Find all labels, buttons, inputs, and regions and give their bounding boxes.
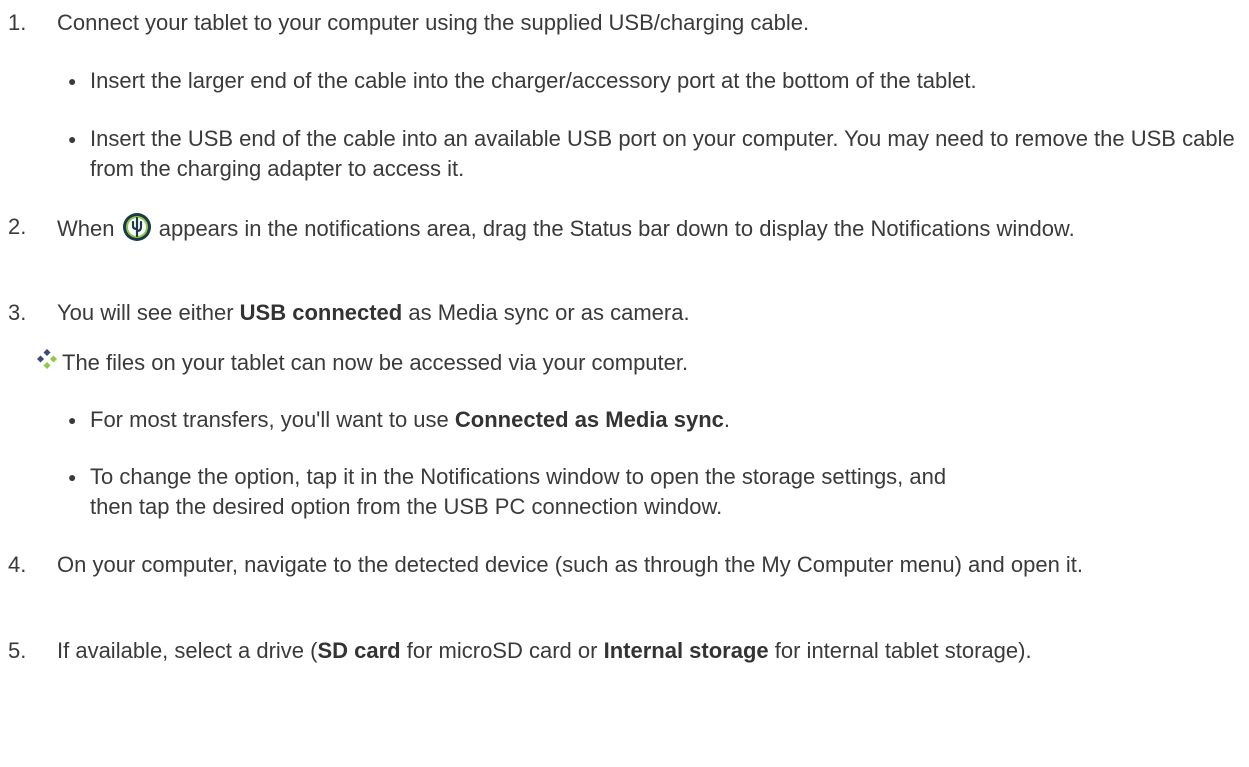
sd-card-label: SD card	[317, 638, 401, 663]
step-text: If available, select a drive (SD card fo…	[57, 638, 1032, 663]
bullet-text: For most transfers, you'll want to use C…	[90, 407, 731, 432]
bullet-dot-icon: ●	[68, 73, 77, 89]
step-text-post: appears in the notifications area, drag …	[158, 216, 1075, 241]
bullet-text: Insert the USB end of the cable into an …	[90, 126, 1235, 181]
step-number: 3.	[8, 300, 27, 325]
step-result: The files on your tablet can now be acce…	[37, 348, 1217, 378]
step-number: 4.	[8, 552, 27, 577]
step-5: 5. If available, select a drive (SD card…	[8, 636, 1228, 666]
usb-connected-label: USB connected	[239, 300, 403, 325]
step-text-pre: When	[57, 216, 115, 241]
bullet-dot-icon: ●	[68, 469, 77, 485]
step-3: 3. You will see either USB connected as …	[8, 298, 1228, 328]
step-text: When appears in the notifications area, …	[57, 212, 1228, 244]
usb-connection-icon	[122, 213, 151, 241]
bullet-dot-icon: ●	[68, 412, 77, 428]
media-sync-label: Connected as Media sync	[454, 407, 724, 432]
step-number: 5.	[8, 638, 27, 663]
step-text: Connect your tablet to your computer usi…	[57, 10, 810, 35]
bullet-text: To change the option, tap it in the Noti…	[90, 464, 947, 519]
list-item: ● For most transfers, you'll want to use…	[68, 405, 1238, 435]
list-item: ● To change the option, tap it in the No…	[68, 462, 1238, 522]
list-item: ● Insert the USB end of the cable into a…	[68, 124, 1238, 184]
step-text: You will see either USB connected as Med…	[57, 300, 690, 325]
result-diamond-icon	[37, 349, 57, 369]
result-text: The files on your tablet can now be acce…	[62, 350, 689, 375]
step-number: 1.	[8, 10, 27, 35]
step-1: 1. Connect your tablet to your computer …	[8, 8, 1228, 38]
step-2: 2. When appears in the notifications are…	[8, 212, 1228, 244]
bullet-dot-icon: ●	[68, 131, 77, 147]
step-text: On your computer, navigate to the detect…	[57, 552, 1084, 577]
bullet-text: Insert the larger end of the cable into …	[90, 68, 977, 93]
instructions-document: 1. Connect your tablet to your computer …	[0, 0, 1249, 767]
step-number: 2.	[8, 214, 27, 239]
step-4: 4. On your computer, navigate to the det…	[8, 550, 1228, 580]
list-item: ● Insert the larger end of the cable int…	[68, 66, 1238, 96]
internal-storage-label: Internal storage	[603, 638, 769, 663]
